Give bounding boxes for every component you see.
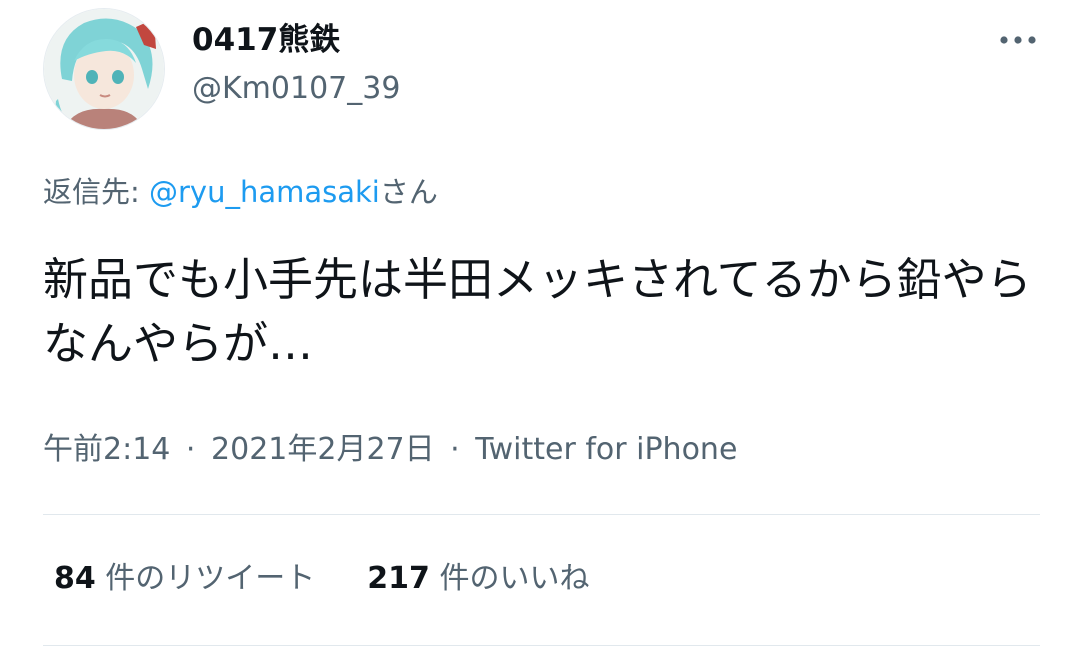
likes-stat[interactable]: 217 件のいいね (367, 558, 589, 600)
retweets-count: 84 (54, 561, 96, 596)
tweet-meta: 午前2:14 · 2021年2月27日 · Twitter for iPhone (43, 430, 737, 470)
anime-avatar-icon (44, 9, 164, 129)
retweets-stat[interactable]: 84 件のリツイート (54, 558, 315, 600)
divider (43, 514, 1040, 515)
tweet-source[interactable]: Twitter for iPhone (475, 432, 737, 467)
more-options-icon[interactable] (996, 28, 1040, 52)
tweet-stats: 84 件のリツイート 217 件のいいね (54, 558, 589, 600)
tweet-date[interactable]: 2021年2月27日 (211, 432, 435, 467)
meta-separator: · (185, 432, 196, 467)
divider (43, 645, 1040, 646)
user-handle[interactable]: @Km0107_39 (192, 70, 400, 108)
meta-separator: · (450, 432, 460, 467)
likes-count: 217 (367, 561, 430, 596)
tweet-time[interactable]: 午前2:14 (43, 432, 170, 467)
tweet-text: 新品でも小手先は半田メッキされてるから鉛やらなんやらが… (43, 253, 1032, 370)
reply-suffix: さん (379, 175, 438, 209)
reply-mention-link[interactable]: @ryu_hamasaki (149, 175, 380, 209)
likes-label: 件のいいね (439, 561, 590, 596)
avatar[interactable] (43, 8, 165, 130)
reply-prefix: 返信先: (43, 175, 149, 209)
display-name[interactable]: 0417熊鉄 (192, 20, 340, 60)
reply-to-line: 返信先: @ryu_hamasakiさん (43, 172, 438, 212)
retweets-label: 件のリツイート (105, 561, 316, 596)
